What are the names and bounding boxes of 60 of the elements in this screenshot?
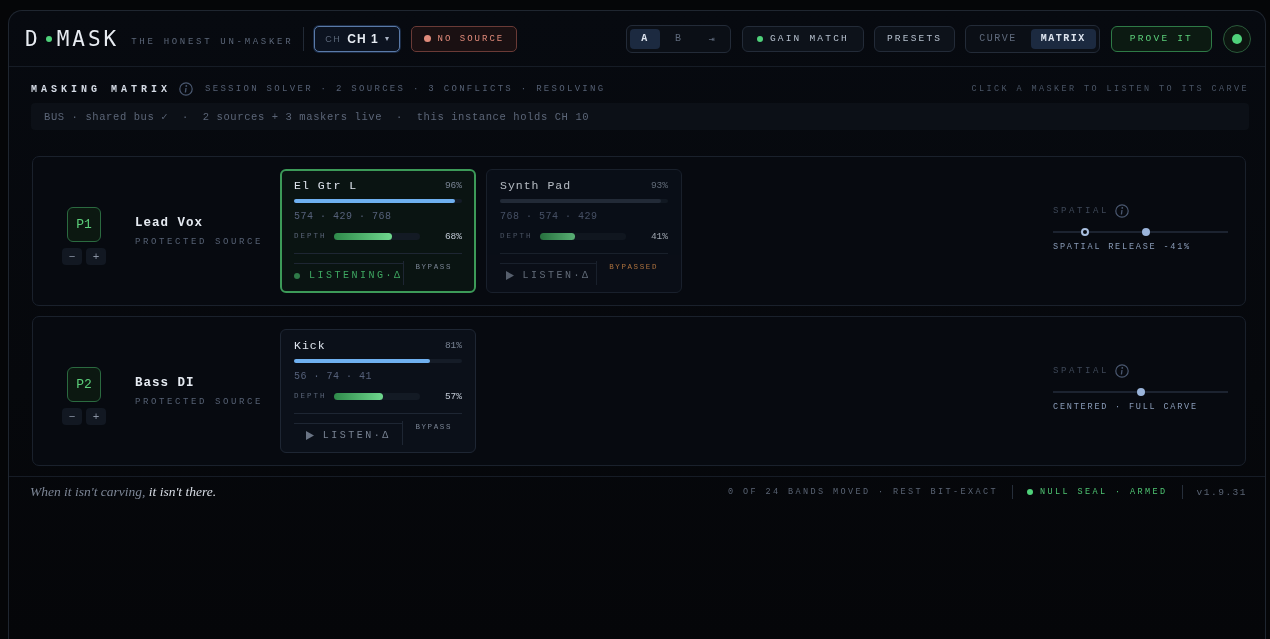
info-icon[interactable]	[1115, 204, 1129, 218]
spatial-reading: CENTERED · FULL CARVE	[1053, 402, 1199, 412]
power-button[interactable]	[1223, 24, 1251, 53]
ab-button[interactable]: A	[630, 28, 660, 49]
tagline-emphasis: it isn't there.	[148, 484, 216, 500]
listen-button[interactable]: LISTENING·Δ	[294, 262, 403, 288]
section-title: MASKING MATRIX	[31, 83, 171, 95]
masker-name: Synth Pad	[500, 179, 572, 192]
source-name: Lead Vox	[135, 215, 204, 230]
null-seal-status: NULL SEAL · ARMED	[1027, 487, 1168, 497]
logo-text: D	[25, 26, 41, 51]
source-role: PROTECTED SOURCE	[135, 236, 263, 247]
masker-name: Kick	[294, 339, 326, 352]
slider-thumb[interactable]	[1141, 227, 1150, 236]
play-icon	[505, 271, 514, 280]
frequency-list: 768 · 574 · 429	[500, 210, 668, 222]
masker-name: El Gtr L	[294, 179, 358, 192]
ab-button[interactable]: B	[663, 28, 694, 49]
bus-status-bar: BUS · shared bus ✓ · 2 sources + 3 maskers live · this instance holds CH 10	[31, 103, 1249, 130]
gain-match-button[interactable]: GAIN MATCH	[741, 25, 864, 52]
masker-percent: 93%	[650, 180, 668, 191]
depth-reading: 57%	[444, 390, 462, 402]
section-subtitle: SESSION SOLVER · 2 SOURCES · 3 CONFLICTS · RESOLVING	[205, 84, 606, 94]
tagline-text: When it isn't carving,	[30, 484, 147, 500]
plus-button[interactable]: +	[86, 248, 106, 265]
version-text: v1.9.31	[1196, 486, 1247, 498]
source-badge: P2	[67, 367, 101, 402]
channel-selector[interactable]: CH CH 1 ▾	[314, 25, 400, 52]
tagline: THE HONEST UN-MASKER	[131, 36, 294, 47]
prove-it-button[interactable]: PROVE IT	[1110, 25, 1212, 52]
logo-dot	[45, 35, 52, 42]
view-tab[interactable]: MATRIX	[1030, 28, 1096, 49]
bands-status: 0 OF 24 BANDS MOVED · REST BIT-EXACT	[728, 487, 999, 497]
minus-button[interactable]: −	[62, 408, 82, 425]
badge-text: NO SOURCE	[437, 33, 505, 44]
frequency-list: 574 · 429 · 768	[294, 210, 462, 222]
info-icon[interactable]	[1115, 364, 1129, 378]
view-tab[interactable]: CURVE	[969, 28, 1027, 49]
source-role: PROTECTED SOURCE	[135, 396, 263, 407]
depth-reading: 68%	[444, 230, 462, 242]
presets-button[interactable]: PRESETS	[873, 25, 956, 52]
source-name: Bass DI	[135, 375, 196, 390]
play-icon	[305, 431, 314, 440]
logo-text: MASK	[56, 26, 120, 51]
masker-percent: 96%	[444, 180, 462, 191]
masker-percent: 81%	[444, 340, 462, 351]
depth-reading: 41%	[650, 230, 668, 242]
slider-thumb[interactable]	[1136, 387, 1145, 396]
status-dot	[1027, 489, 1034, 495]
source-badge: P1	[67, 207, 101, 242]
spatial-label: SPATIAL	[1053, 366, 1109, 376]
spatial-label: SPATIAL	[1053, 206, 1109, 216]
plus-button[interactable]: +	[86, 408, 106, 425]
hint-text: CLICK A MASKER TO LISTEN TO ITS CARVE	[971, 84, 1249, 94]
spatial-reading: SPATIAL RELEASE -41%	[1053, 242, 1193, 252]
info-icon[interactable]	[179, 82, 193, 96]
ab-button[interactable]: ⇥	[697, 28, 727, 49]
minus-button[interactable]: −	[62, 248, 82, 265]
frequency-list: 56 · 74 · 41	[294, 370, 462, 382]
dot-icon	[294, 272, 300, 279]
